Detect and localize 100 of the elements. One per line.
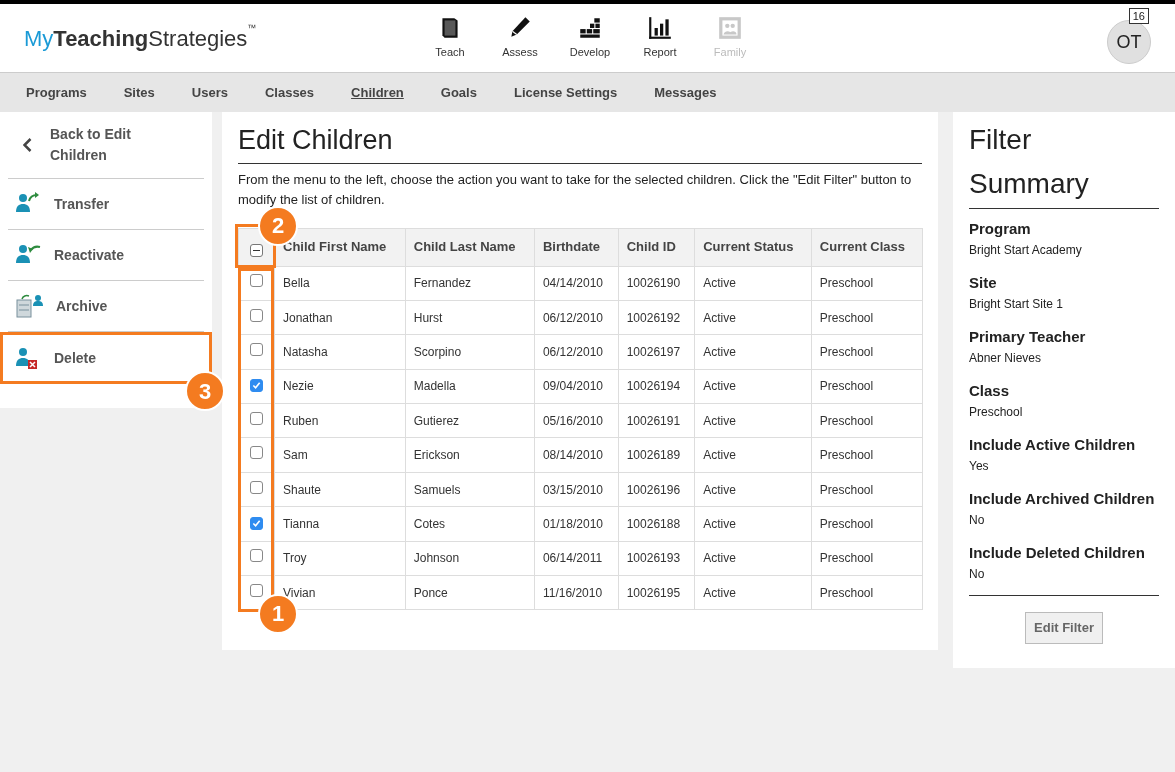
filter-value: Bright Start Academy	[969, 242, 1083, 259]
top-nav-item[interactable]: Develop	[558, 15, 622, 61]
checkbox[interactable]	[250, 379, 263, 393]
table-cell: Tianna	[274, 506, 406, 542]
nav-tab[interactable]: Children	[351, 82, 404, 103]
table-cell: Preschool	[811, 506, 923, 542]
table-cell: Scorpino	[405, 334, 535, 370]
table-cell: 06/14/2011	[534, 541, 619, 576]
table-header-cell: Child ID	[618, 228, 695, 266]
filter-value: Bright Start Site 1	[969, 296, 1065, 313]
filter-summary-title: Filter Summary	[969, 123, 1090, 201]
table-cell: Preschool	[811, 437, 923, 473]
table-cell: Active	[694, 266, 812, 301]
checkbox[interactable]	[250, 411, 263, 425]
user-avatar[interactable]: OT	[1107, 20, 1151, 64]
table-cell: Hurst	[405, 300, 535, 335]
cabinet-person-icon	[16, 293, 44, 319]
table-cell: Shaute	[274, 472, 406, 507]
nav-tab[interactable]: Programs	[26, 82, 87, 103]
table-cell: Jonathan	[274, 300, 406, 335]
filter-value: No	[969, 512, 986, 529]
checkbox[interactable]	[250, 480, 263, 494]
nav-tab[interactable]: Sites	[123, 82, 155, 103]
table-cell: Active	[694, 506, 812, 542]
table-cell: Bella	[274, 266, 406, 301]
filter-label: Site	[969, 273, 998, 293]
table-cell: 06/12/2010	[534, 334, 619, 370]
callout-number: 3	[185, 371, 225, 411]
table-cell: Active	[694, 437, 812, 473]
table-cell: 10026197	[618, 334, 695, 370]
notification-count: 16	[1128, 8, 1149, 24]
table-cell: 10026192	[618, 300, 695, 335]
table-cell: 10026189	[618, 437, 695, 473]
table-cell: 10026193	[618, 541, 695, 576]
table-cell: Preschool	[811, 575, 923, 610]
table-cell: 06/12/2010	[534, 300, 619, 335]
bar-chart-icon	[647, 15, 673, 42]
checkbox[interactable]	[250, 516, 263, 530]
table-cell: Gutierez	[405, 403, 535, 438]
sidebar-item[interactable]: Archive	[8, 281, 204, 331]
filter-label: Include Archived Children	[969, 489, 1156, 509]
nav-tab[interactable]: Classes	[264, 82, 315, 103]
checkbox[interactable]	[250, 549, 263, 563]
table-header-cell: Current Status	[694, 228, 812, 266]
table-cell: Active	[694, 403, 812, 438]
table-cell: Samuels	[405, 472, 535, 507]
table-cell: 03/15/2010	[534, 472, 619, 507]
table-cell: Preschool	[811, 266, 923, 301]
table-cell: Preschool	[811, 300, 923, 335]
picture-icon	[717, 15, 743, 42]
table-cell: Active	[694, 334, 812, 370]
table-cell: 10026195	[618, 575, 695, 610]
top-nav-item[interactable]: Report	[628, 15, 692, 61]
table-cell: Active	[694, 369, 812, 404]
checkbox[interactable]	[250, 308, 263, 322]
table-cell: Active	[694, 575, 812, 610]
filter-value: Preschool	[969, 404, 1024, 421]
table-cell: 01/18/2010	[534, 506, 619, 542]
table-header-cell: Child Last Name	[405, 228, 535, 266]
chevron-left-icon	[22, 138, 32, 152]
table-cell: Ponce	[405, 575, 535, 610]
table-cell: Active	[694, 541, 812, 576]
table-cell: 10026194	[618, 369, 695, 404]
table-cell: Preschool	[811, 541, 923, 576]
top-nav-item[interactable]: Assess	[488, 15, 552, 61]
nav-tab[interactable]: Messages	[654, 82, 717, 103]
edit-filter-button[interactable]: Edit Filter	[1025, 612, 1103, 644]
logo[interactable]: MyTeachingStrategies™	[24, 21, 414, 55]
nav-tab[interactable]: Users	[191, 82, 228, 103]
filter-label: Include Active Children	[969, 435, 1137, 455]
table-cell: Natasha	[274, 334, 406, 370]
sidebar-item[interactable]: Reactivate	[8, 230, 204, 280]
sidebar-item[interactable]: Transfer	[8, 179, 204, 229]
filter-value: Abner Nieves	[969, 350, 1043, 367]
checkbox[interactable]	[250, 342, 263, 356]
sidebar-item[interactable]: Back to Edit Children	[8, 112, 204, 178]
checkbox[interactable]	[250, 446, 263, 460]
table-cell: Preschool	[811, 334, 923, 370]
select-all-checkbox[interactable]	[250, 243, 263, 257]
table-cell: Preschool	[811, 369, 923, 404]
table-cell: 10026188	[618, 506, 695, 542]
filter-label: Program	[969, 219, 1032, 239]
table-cell: 09/04/2010	[534, 369, 619, 404]
table-cell: 10026196	[618, 472, 695, 507]
table-cell: Preschool	[811, 403, 923, 438]
table-cell: 11/16/2010	[534, 575, 619, 610]
filter-label: Include Deleted Children	[969, 543, 1146, 563]
top-nav-item[interactable]: Teach	[418, 15, 482, 61]
checkbox[interactable]	[250, 274, 263, 288]
nav-tab[interactable]: Goals	[440, 82, 477, 103]
table-cell: Ruben	[274, 403, 406, 438]
table-cell: Nezie	[274, 369, 406, 404]
nav-tab[interactable]: License Settings	[513, 82, 618, 103]
table-cell: Sam	[274, 437, 406, 473]
table-cell: 08/14/2010	[534, 437, 619, 473]
table-header-cell: Current Class	[811, 228, 923, 266]
checkbox[interactable]	[250, 583, 263, 597]
table-cell: Active	[694, 472, 812, 507]
table-cell: Fernandez	[405, 266, 535, 301]
table-cell: Preschool	[811, 472, 923, 507]
